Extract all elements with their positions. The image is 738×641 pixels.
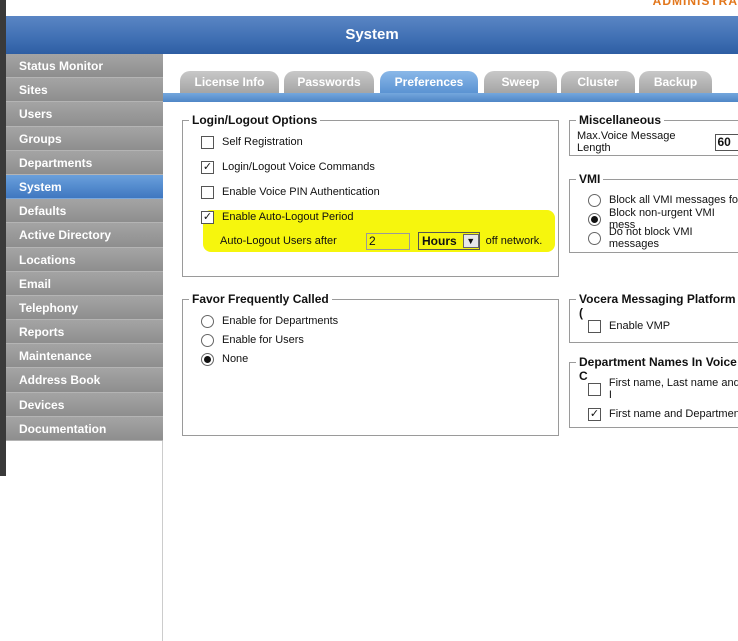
favor-departments-row: Enable for Departments <box>201 313 338 329</box>
vmi-no-block-radio[interactable] <box>588 232 601 245</box>
vmi-group: VMI Block all VMI messages for Block non… <box>569 179 738 253</box>
favor-users-label: Enable for Users <box>222 334 304 346</box>
dept-names-option2-label: First name and Department <box>609 408 738 420</box>
sidebar-item-users[interactable]: Users <box>6 102 163 126</box>
sidebar-item-system[interactable]: System <box>6 175 163 199</box>
sidebar-item-maintenance[interactable]: Maintenance <box>6 344 163 368</box>
tab-backup[interactable]: Backup <box>639 71 712 93</box>
favor-none-row: None <box>201 351 248 367</box>
tab-license-info[interactable]: License Info <box>180 71 279 93</box>
enable-vmp-checkbox[interactable] <box>588 320 601 333</box>
sidebar-item-address-book[interactable]: Address Book <box>6 368 163 392</box>
sidebar: Status Monitor Sites Users Groups Depart… <box>6 54 163 476</box>
favor-departments-label: Enable for Departments <box>222 315 338 327</box>
favor-none-label: None <box>222 353 248 365</box>
vmp-legend: Vocera Messaging Platform ( <box>576 292 738 320</box>
self-registration-checkbox[interactable] <box>201 136 214 149</box>
voice-pin-checkbox[interactable] <box>201 186 214 199</box>
dept-names-option1-row: First name, Last name and I <box>588 381 738 397</box>
misc-group: Miscellaneous Max.Voice Message Length 6… <box>569 120 738 156</box>
tab-cluster[interactable]: Cluster <box>561 71 635 93</box>
vmi-block-nonurgent-radio[interactable] <box>588 213 601 226</box>
favor-group: Favor Frequently Called Enable for Depar… <box>182 299 559 436</box>
auto-logout-unit-select[interactable]: Hours ▼ <box>418 232 480 250</box>
sidebar-item-active-directory[interactable]: Active Directory <box>6 223 163 247</box>
main-content: License Info Passwords Preferences Sweep… <box>163 54 738 476</box>
favor-departments-radio[interactable] <box>201 315 214 328</box>
self-registration-label: Self Registration <box>222 136 303 148</box>
login-logout-legend: Login/Logout Options <box>189 113 320 127</box>
sidebar-item-sites[interactable]: Sites <box>6 78 163 102</box>
favor-users-row: Enable for Users <box>201 332 304 348</box>
sidebar-item-email[interactable]: Email <box>6 272 163 296</box>
max-voice-row: Max.Voice Message Length 60 <box>577 134 738 150</box>
max-voice-label: Max.Voice Message Length <box>577 130 710 154</box>
enable-vmp-row: Enable VMP <box>588 318 670 334</box>
dept-names-option1-label: First name, Last name and I <box>609 377 738 401</box>
dept-names-option2-checkbox[interactable]: ✓ <box>588 408 601 421</box>
favor-legend: Favor Frequently Called <box>189 292 332 306</box>
misc-legend: Miscellaneous <box>576 113 664 127</box>
vmi-block-all-radio[interactable] <box>588 194 601 207</box>
page-title: System <box>6 26 738 43</box>
sidebar-item-locations[interactable]: Locations <box>6 248 163 272</box>
sidebar-nav: Status Monitor Sites Users Groups Depart… <box>6 54 163 441</box>
tab-sweep[interactable]: Sweep <box>484 71 557 93</box>
vmi-block-all-row: Block all VMI messages for <box>588 192 738 208</box>
vmi-no-block-label: Do not block VMI messages <box>609 226 738 250</box>
auto-logout-checkbox[interactable]: ✓ <box>201 211 214 224</box>
enable-vmp-label: Enable VMP <box>609 320 670 332</box>
voice-commands-label: Login/Logout Voice Commands <box>222 161 375 173</box>
auto-logout-unit-value: Hours <box>422 234 457 248</box>
tab-underline-bar <box>163 93 738 102</box>
tab-strip: License Info Passwords Preferences Sweep… <box>163 54 738 104</box>
sidebar-item-devices[interactable]: Devices <box>6 393 163 417</box>
voice-commands-row: ✓ Login/Logout Voice Commands <box>201 159 375 175</box>
auto-logout-value-input[interactable]: 2 <box>366 233 410 250</box>
auto-logout-after-label: Auto-Logout Users after <box>220 235 366 247</box>
sidebar-item-telephony[interactable]: Telephony <box>6 296 163 320</box>
top-strip: ADMINISTRA <box>0 0 738 16</box>
sidebar-item-reports[interactable]: Reports <box>6 320 163 344</box>
voice-pin-label: Enable Voice PIN Authentication <box>222 186 380 198</box>
dept-names-option2-row: ✓ First name and Department <box>588 406 738 422</box>
off-network-label: off network. <box>486 235 543 247</box>
vmi-no-block-row: Do not block VMI messages <box>588 230 738 246</box>
sidebar-item-status-monitor[interactable]: Status Monitor <box>6 54 163 78</box>
vmp-group: Vocera Messaging Platform ( Enable VMP <box>569 299 738 343</box>
auto-logout-after-row: Auto-Logout Users after 2 Hours ▼ off ne… <box>220 231 542 251</box>
tab-preferences[interactable]: Preferences <box>380 71 478 93</box>
chevron-down-icon[interactable]: ▼ <box>463 234 479 248</box>
vmi-legend: VMI <box>576 172 603 186</box>
tab-passwords[interactable]: Passwords <box>284 71 374 93</box>
page-header: System <box>6 16 738 54</box>
login-logout-group: Login/Logout Options Self Registration ✓… <box>182 120 559 277</box>
sidebar-item-defaults[interactable]: Defaults <box>6 199 163 223</box>
brand-text: ADMINISTRA <box>653 0 738 8</box>
sidebar-item-documentation[interactable]: Documentation <box>6 417 163 441</box>
favor-none-radio[interactable] <box>201 353 214 366</box>
sidebar-blank <box>6 441 163 641</box>
max-voice-input[interactable]: 60 <box>715 134 738 151</box>
sidebar-item-groups[interactable]: Groups <box>6 127 163 151</box>
auto-logout-row: ✓ Enable Auto-Logout Period <box>201 209 354 225</box>
voice-commands-checkbox[interactable]: ✓ <box>201 161 214 174</box>
vmi-block-nonurgent-row: Block non-urgent VMI mess <box>588 211 738 227</box>
voice-pin-row: Enable Voice PIN Authentication <box>201 184 380 200</box>
sidebar-item-departments[interactable]: Departments <box>6 151 163 175</box>
dept-names-group: Department Names In Voice C First name, … <box>569 362 738 428</box>
self-registration-row: Self Registration <box>201 134 303 150</box>
auto-logout-label: Enable Auto-Logout Period <box>222 211 354 223</box>
dept-names-option1-checkbox[interactable] <box>588 383 601 396</box>
vmi-block-all-label: Block all VMI messages for <box>609 194 738 206</box>
favor-users-radio[interactable] <box>201 334 214 347</box>
